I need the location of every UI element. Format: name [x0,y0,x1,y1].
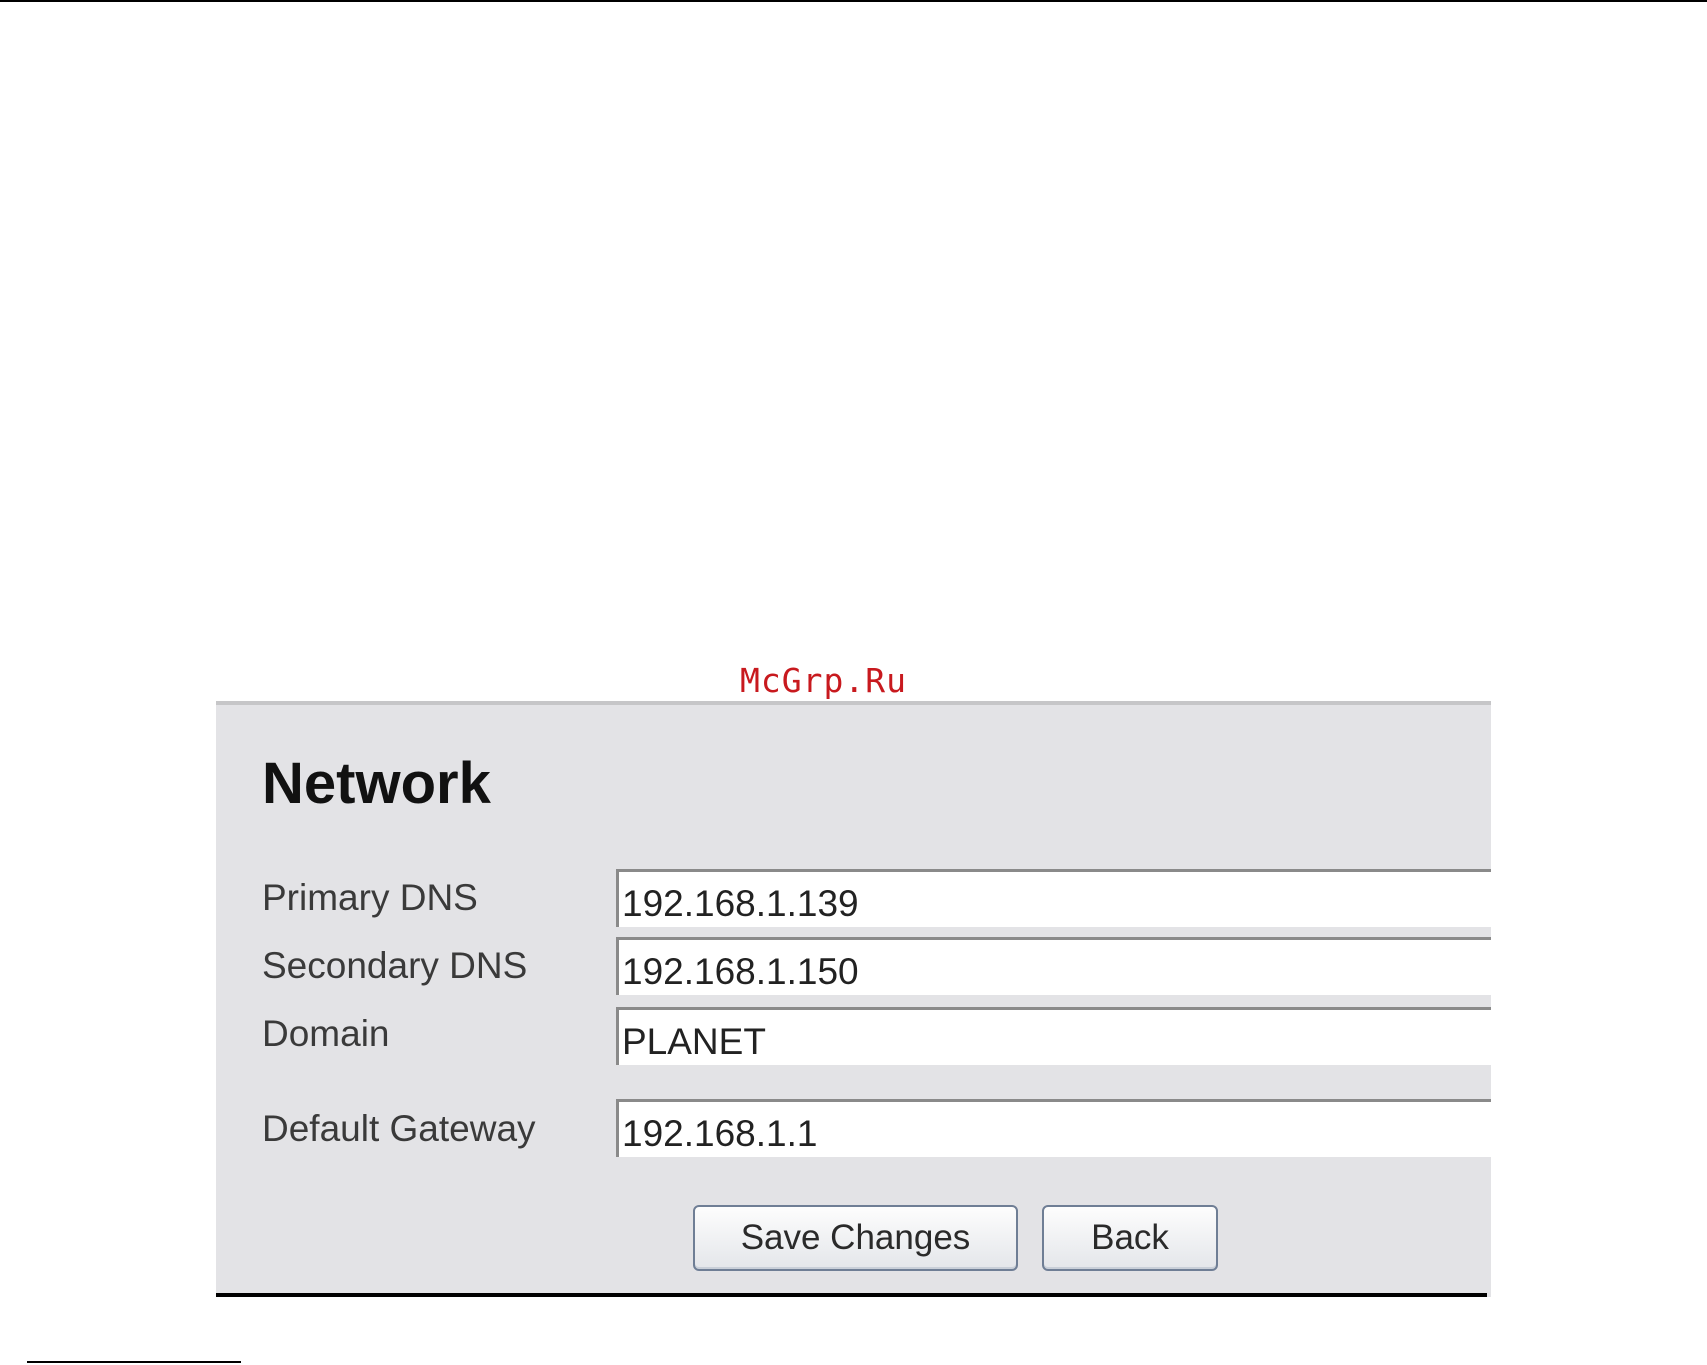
back-button[interactable]: Back [1042,1205,1218,1271]
footnote-divider [27,1361,241,1363]
domain-label: Domain [262,1013,390,1054]
panel-bottom-divider [216,1293,1487,1297]
secondary-dns-input[interactable] [616,937,1491,995]
primary-dns-label: Primary DNS [262,877,478,918]
page-title: Network [262,751,491,816]
secondary-dns-label: Secondary DNS [262,945,528,986]
domain-input[interactable] [616,1007,1491,1065]
network-settings-panel: Network Primary DNS Secondary DNS Domain… [216,701,1491,1297]
watermark-text: McGrp.Ru [740,661,907,700]
top-divider [0,0,1707,2]
default-gateway-label: Default Gateway [262,1108,536,1149]
primary-dns-input[interactable] [616,869,1491,927]
save-changes-button[interactable]: Save Changes [693,1205,1018,1271]
default-gateway-input[interactable] [616,1099,1491,1157]
